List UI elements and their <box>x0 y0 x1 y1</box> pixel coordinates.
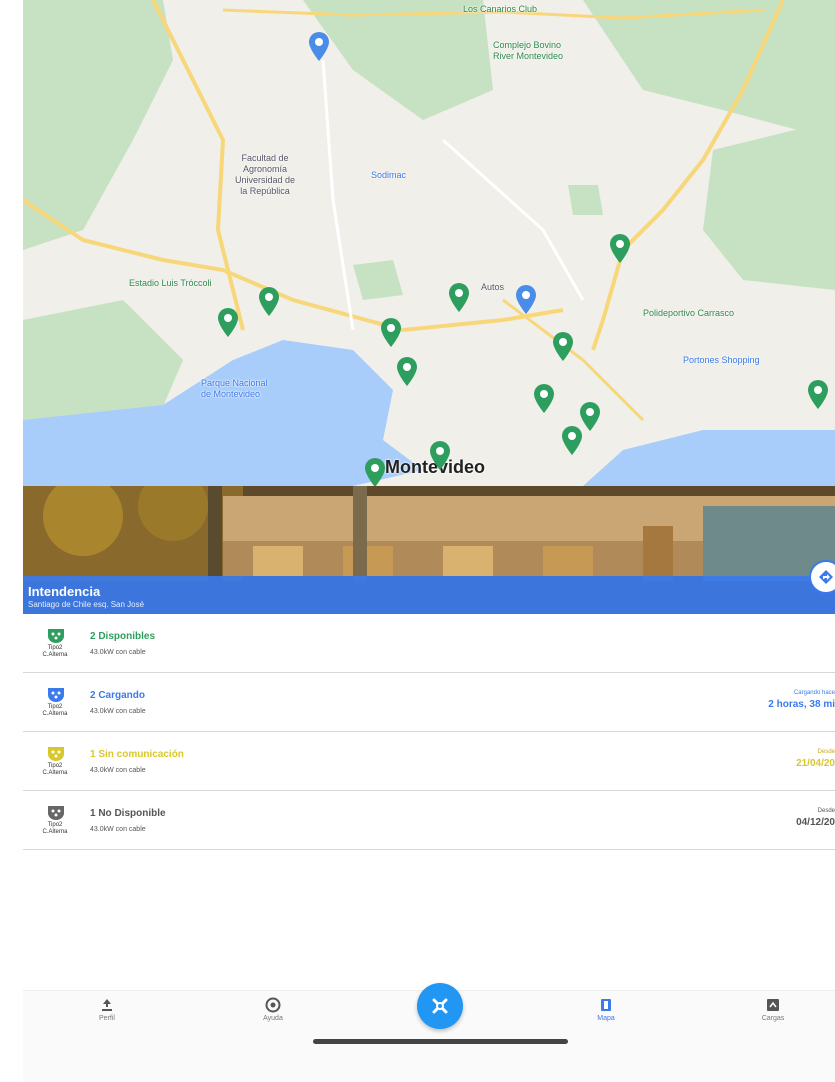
map-label-sodimac: Sodimac <box>371 170 407 180</box>
since-date: 21/04/20 <box>796 758 835 769</box>
station-photo: Intendencia Santiago de Chile esq. San J… <box>23 486 835 614</box>
green-station-pin[interactable] <box>448 283 470 313</box>
connector-power: 43.0kW con cable <box>90 708 146 715</box>
connector-row[interactable]: Tipo2 C.Alterna 1 Sin comunicación 43.0k… <box>23 732 835 791</box>
connector-status: 1 Sin comunicación <box>90 749 184 760</box>
green-station-pin[interactable] <box>380 318 402 348</box>
tab-perfil[interactable]: Perfil <box>77 997 137 1022</box>
type2-plug-icon <box>48 747 64 761</box>
connector-power: 43.0kW con cable <box>90 767 146 774</box>
tab-mapa[interactable]: Mapa <box>576 997 636 1022</box>
directions-icon <box>819 570 833 584</box>
map-label-shopping: Portones Shopping <box>683 355 760 365</box>
green-station-pin[interactable] <box>552 332 574 362</box>
green-station-pin[interactable] <box>429 441 451 471</box>
map-label-faculty: Facultad de Agronomía Universidad de la … <box>235 153 296 196</box>
bottom-tab-bar: Perfil Ayuda Mapa Cargas <box>23 983 835 1082</box>
map-view[interactable]: Los Canarios Club Complejo Bovino River … <box>23 0 835 486</box>
since-label: Desde <box>817 749 835 755</box>
green-station-pin[interactable] <box>396 357 418 387</box>
since-label: Desde <box>817 808 835 814</box>
green-station-pin[interactable] <box>258 287 280 317</box>
map-label-autos: Autos <box>481 282 505 292</box>
type2-plug-icon <box>48 806 64 820</box>
station-name: Intendencia <box>28 584 101 599</box>
tab-ayuda[interactable]: Ayuda <box>243 997 303 1022</box>
blue-station-pin[interactable] <box>515 285 537 315</box>
map-label-stadium: Estadio Luis Tróccoli <box>129 278 212 288</box>
tab-label: Cargas <box>761 1015 785 1022</box>
tab-label: Mapa <box>597 1015 615 1022</box>
station-banner: Intendencia Santiago de Chile esq. San J… <box>23 560 835 614</box>
connector-status: 1 No Disponible <box>90 808 166 819</box>
left-margin <box>0 0 23 1081</box>
plug-type-label: Tipo2 C.Alterna <box>42 704 68 717</box>
charging-duration: 2 horas, 38 mi <box>768 699 835 710</box>
type2-plug-icon <box>48 629 64 643</box>
person-icon <box>102 999 112 1011</box>
connector-status: 2 Disponibles <box>90 631 156 642</box>
tab-label: Ayuda <box>263 1015 283 1022</box>
plug-type-label: Tipo2 C.Alterna <box>42 763 68 776</box>
blue-station-pin[interactable] <box>308 32 330 62</box>
since-date: 04/12/20 <box>796 817 835 828</box>
map-label-complex: Complejo Bovino River Montevideo <box>493 40 564 61</box>
connector-power: 43.0kW con cable <box>90 649 146 656</box>
home-indicator[interactable] <box>313 1039 568 1044</box>
charges-icon <box>767 999 779 1011</box>
map-label-parque: Parque Nacional de Montevideo <box>201 378 268 399</box>
plug-fab-button[interactable] <box>417 983 463 1029</box>
green-station-pin[interactable] <box>364 458 386 486</box>
map-label-club: Los Canarios Club <box>463 4 538 14</box>
connector-list: Tipo2 C.Alterna 2 Disponibles 43.0kW con… <box>23 614 835 850</box>
tab-cargas[interactable]: Cargas <box>743 997 803 1022</box>
plug-type-label: Tipo2 C.Alterna <box>42 645 68 658</box>
green-station-pin[interactable] <box>217 308 239 338</box>
station-address: Santiago de Chile esq. San José <box>28 600 145 609</box>
plug-icon <box>432 998 448 1014</box>
connector-status: 2 Cargando <box>90 690 146 701</box>
type2-plug-icon <box>48 688 64 702</box>
green-station-pin[interactable] <box>807 380 829 410</box>
tab-label: Perfil <box>99 1015 115 1022</box>
connector-power: 43.0kW con cable <box>90 826 146 833</box>
map-canvas <box>23 0 835 486</box>
charging-since-label: Cargando hace <box>793 690 835 696</box>
connector-row[interactable]: Tipo2 C.Alterna 1 No Disponible 43.0kW c… <box>23 791 835 850</box>
connector-row[interactable]: Tipo2 C.Alterna 2 Disponibles 43.0kW con… <box>23 614 835 673</box>
directions-button[interactable] <box>809 560 835 594</box>
map-icon <box>601 999 611 1011</box>
green-station-pin[interactable] <box>609 234 631 264</box>
connector-row[interactable]: Tipo2 C.Alterna 2 Cargando 43.0kW con ca… <box>23 673 835 732</box>
map-label-polideportivo: Polideportivo Carrasco <box>643 308 735 318</box>
green-station-pin[interactable] <box>561 426 583 456</box>
green-station-pin[interactable] <box>533 384 555 414</box>
help-icon <box>265 997 281 1013</box>
plug-type-label: Tipo2 C.Alterna <box>42 822 68 835</box>
